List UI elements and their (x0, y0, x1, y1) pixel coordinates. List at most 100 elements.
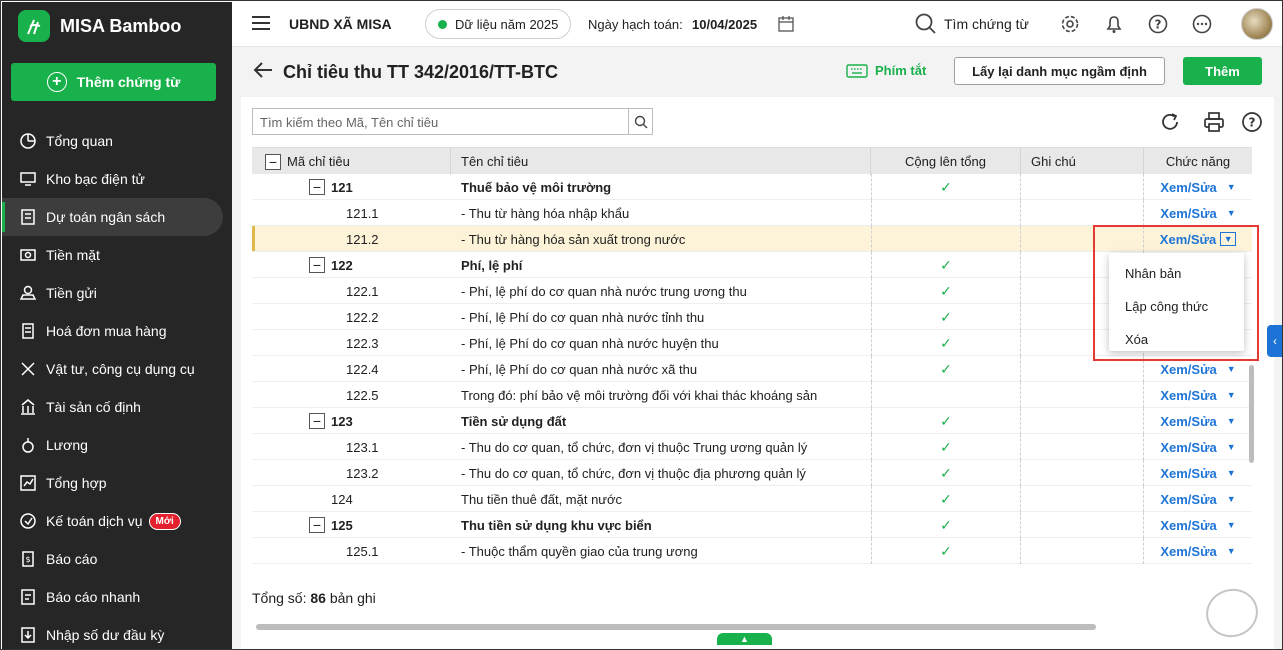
code-cell: −123 (252, 408, 451, 434)
sidebar-item-4[interactable]: Tiền mặt (2, 236, 232, 274)
chevron-down-icon[interactable]: ▼ (1227, 364, 1236, 374)
sidebar-item-3[interactable]: Dự toán ngân sách (2, 198, 223, 236)
collapse-icon[interactable]: − (309, 517, 325, 533)
chevron-down-icon[interactable]: ▼ (1227, 494, 1236, 504)
chevron-down-icon[interactable]: ▼ (1227, 416, 1236, 426)
table-row[interactable]: −123 Tiền sử dụng đất ✓ Xem/Sửa ▼ (252, 408, 1252, 434)
view-edit-link[interactable]: Xem/Sửa (1160, 492, 1216, 507)
chevron-down-icon[interactable]: ▼ (1227, 546, 1236, 556)
column-header-note[interactable]: Ghi chú (1021, 148, 1144, 175)
view-edit-link[interactable]: Xem/Sửa (1160, 388, 1216, 403)
view-edit-link[interactable]: Xem/Sửa (1160, 440, 1216, 455)
row-code: 121.1 (346, 205, 379, 221)
view-edit-link[interactable]: Xem/Sửa (1160, 544, 1216, 559)
add-button[interactable]: Thêm (1183, 57, 1262, 85)
refresh-icon[interactable] (1159, 111, 1181, 138)
organization-name[interactable]: UBND XÃ MISA (289, 16, 392, 32)
chevron-down-icon[interactable]: ▼ (1227, 390, 1236, 400)
sidebar-item-12[interactable]: $ Báo cáo (2, 540, 232, 578)
vertical-scrollbar[interactable] (1249, 365, 1254, 463)
chevron-down-icon[interactable]: ▼ (1227, 208, 1236, 218)
column-header-code[interactable]: − Mã chỉ tiêu (252, 148, 451, 175)
more-options-icon[interactable] (1192, 14, 1212, 39)
back-arrow-icon[interactable] (252, 60, 274, 85)
view-edit-link[interactable]: Xem/Sửa (1160, 414, 1216, 429)
table-row[interactable]: 124 Thu tiền thuê đất, mặt nước ✓ Xem/Sửa ▼ (252, 486, 1252, 512)
action-cell: Xem/Sửa ▼ (1144, 382, 1252, 408)
check-icon: ✓ (940, 308, 952, 325)
note-cell (1021, 408, 1144, 434)
table-row[interactable]: 121.1 - Thu từ hàng hóa nhập khẩu Xem/Sửa ▼ (252, 200, 1252, 226)
bell-icon[interactable] (1104, 14, 1124, 39)
collapse-all-icon[interactable]: − (265, 153, 281, 170)
view-edit-link[interactable]: Xem/Sửa (1160, 518, 1216, 533)
sum-cell: ✓ (871, 174, 1021, 200)
code-cell: 121.2 (252, 226, 451, 252)
data-year-selector[interactable]: Dữ liệu năm 2025 (425, 9, 572, 39)
accounting-date-value[interactable]: 10/04/2025 (692, 17, 757, 32)
cash-icon (18, 245, 38, 265)
sidebar: MISA Bamboo + Thêm chứng từ Tổng quan Kho… (2, 2, 232, 649)
code-cell: 122.1 (252, 278, 451, 304)
avatar[interactable] (1241, 8, 1273, 40)
sum-cell (871, 200, 1021, 226)
calendar-icon[interactable] (778, 15, 794, 37)
brand[interactable]: MISA Bamboo (18, 10, 181, 42)
table-row[interactable]: 125.1 - Thuộc thẩm quyền giao của trung ư… (252, 538, 1252, 564)
sum-cell (871, 226, 1021, 252)
check-icon: ✓ (940, 256, 952, 273)
collapse-icon[interactable]: − (309, 413, 325, 429)
name-cell: - Phí, lệ Phí do cơ quan nhà nước tỉnh t… (451, 304, 871, 330)
table-row[interactable]: −121 Thuế bảo vệ môi trường ✓ Xem/Sửa ▼ (252, 174, 1252, 200)
sidebar-item-13[interactable]: Báo cáo nhanh (2, 578, 232, 616)
sidebar-item-14[interactable]: Nhập số dư đầu kỳ (2, 616, 232, 649)
sum-cell: ✓ (871, 538, 1021, 564)
column-header-name[interactable]: Tên chỉ tiêu (451, 148, 871, 175)
search-input[interactable]: Tìm kiếm theo Mã, Tên chỉ tiêu (252, 108, 653, 135)
help-icon[interactable]: ? (1241, 111, 1263, 138)
sidebar-item-9[interactable]: Lương (2, 426, 232, 464)
shortcut-button[interactable]: Phím tắt (846, 63, 926, 78)
view-edit-link[interactable]: Xem/Sửa (1160, 206, 1216, 221)
horizontal-scrollbar[interactable] (256, 624, 1096, 630)
sidebar-item-8[interactable]: Tài sản cố định (2, 388, 232, 426)
sidebar-item-label: Vật tư, công cụ dụng cụ (46, 361, 195, 377)
collapse-icon[interactable]: − (309, 179, 325, 195)
sidebar-item-6[interactable]: Hoá đơn mua hàng (2, 312, 232, 350)
search-icon[interactable] (628, 109, 652, 134)
search-icon (915, 13, 936, 34)
check-icon: ✓ (940, 464, 952, 481)
help-icon[interactable]: ? (1148, 14, 1168, 39)
new-badge: Mới (148, 512, 181, 530)
sidebar-item-5[interactable]: Tiền gửi (2, 274, 232, 312)
column-header-sum[interactable]: Cộng lên tổng (871, 148, 1021, 175)
table-row[interactable]: 123.2 - Thu do cơ quan, tổ chức, đơn vị t… (252, 460, 1252, 486)
sidebar-item-10[interactable]: Tổng hợp (2, 464, 232, 502)
menu-icon[interactable] (252, 16, 270, 30)
view-edit-link[interactable]: Xem/Sửa (1160, 466, 1216, 481)
sidebar-item-2[interactable]: Kho bạc điện tử (2, 160, 232, 198)
sidebar-item-1[interactable]: Tổng quan (2, 122, 232, 160)
print-icon[interactable] (1203, 111, 1225, 138)
sidebar-item-7[interactable]: Vật tư, công cụ dụng cụ (2, 350, 232, 388)
add-voucher-button[interactable]: + Thêm chứng từ (11, 63, 216, 101)
table-row[interactable]: −125 Thu tiền sử dụng khu vực biển ✓ Xem/Sử… (252, 512, 1252, 538)
chevron-down-icon[interactable]: ▼ (1227, 442, 1236, 452)
note-cell (1021, 382, 1144, 408)
expand-up-icon[interactable]: ▲ (717, 633, 772, 645)
reset-default-button[interactable]: Lấy lại danh mục ngầm định (954, 57, 1165, 85)
sum-cell: ✓ (871, 304, 1021, 330)
chevron-down-icon[interactable]: ▼ (1227, 468, 1236, 478)
sidebar-nav: Tổng quan Kho bạc điện tử Dự toán ngân sác… (2, 122, 232, 649)
collapse-panel-icon[interactable]: ‹ (1267, 325, 1282, 357)
collapse-icon[interactable]: − (309, 257, 325, 273)
chevron-down-icon[interactable]: ▼ (1227, 182, 1236, 192)
sidebar-item-11[interactable]: Kế toán dịch vụ Mới (2, 502, 232, 540)
table-row[interactable]: 123.1 - Thu do cơ quan, tổ chức, đơn vị t… (252, 434, 1252, 460)
voucher-search[interactable]: Tìm chứng từ (915, 13, 1029, 35)
table-row[interactable]: 122.5 Trong đó: phí bảo vệ môi trường đối… (252, 382, 1252, 408)
view-edit-link[interactable]: Xem/Sửa (1160, 362, 1216, 377)
view-edit-link[interactable]: Xem/Sửa (1160, 180, 1216, 195)
chevron-down-icon[interactable]: ▼ (1227, 520, 1236, 530)
gear-icon[interactable] (1060, 14, 1080, 39)
